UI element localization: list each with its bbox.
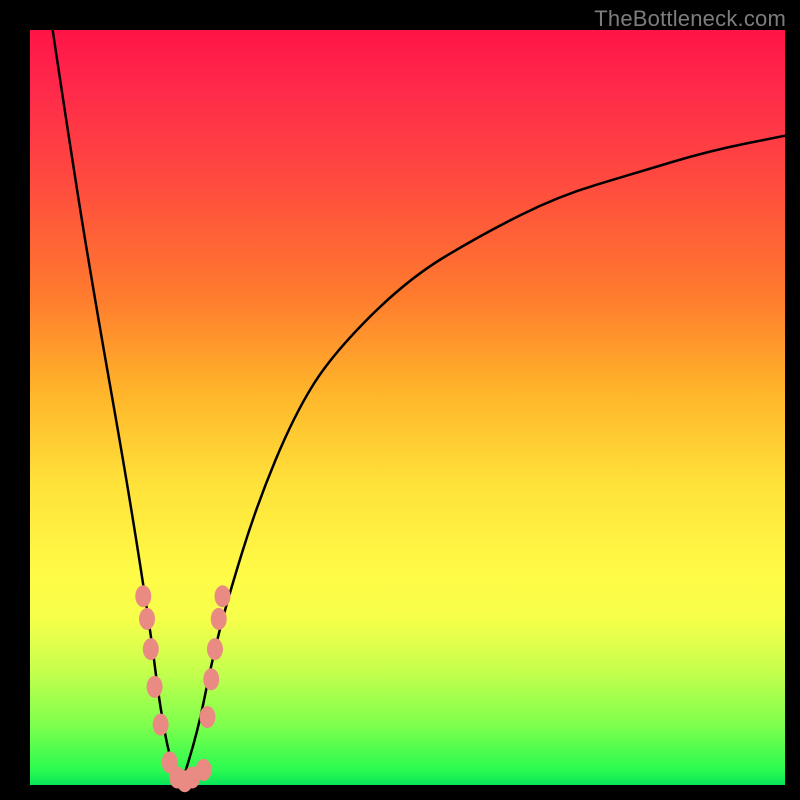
marker-point xyxy=(196,759,212,781)
curve-layer xyxy=(30,30,785,785)
curve-right-branch xyxy=(181,136,785,785)
watermark-text: TheBottleneck.com xyxy=(594,6,786,32)
marker-point xyxy=(147,676,163,698)
marker-point xyxy=(211,608,227,630)
bottleneck-curve xyxy=(53,30,785,785)
marker-point xyxy=(153,714,169,736)
marker-point xyxy=(215,585,231,607)
plot-area xyxy=(30,30,785,785)
marker-point xyxy=(207,638,223,660)
marker-point xyxy=(143,638,159,660)
marker-point xyxy=(135,585,151,607)
curve-left-branch xyxy=(53,30,181,785)
marker-point xyxy=(199,706,215,728)
marker-point xyxy=(139,608,155,630)
marker-point xyxy=(203,668,219,690)
marker-cluster xyxy=(135,585,230,792)
chart-frame: TheBottleneck.com xyxy=(0,0,800,800)
